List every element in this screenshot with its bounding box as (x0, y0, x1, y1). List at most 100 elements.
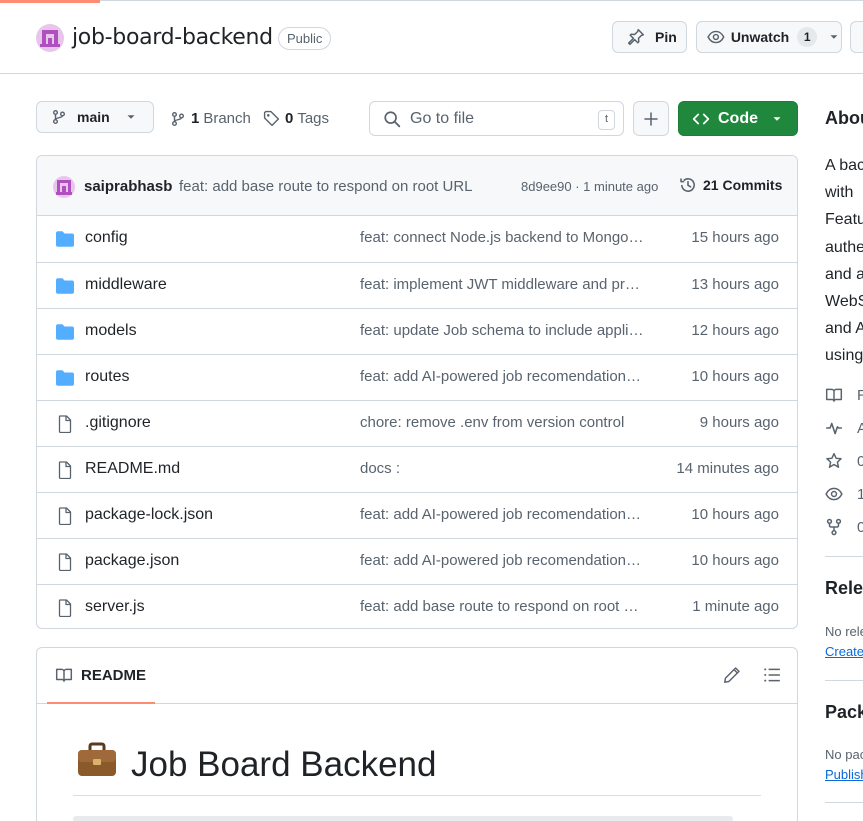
code-icon (692, 113, 710, 124)
file-row[interactable]: .gitignore chore: remove .env from versio… (37, 400, 797, 446)
repo-header: job-board-backend Public Pin Unwatch 1 (0, 0, 863, 74)
sidebar-stat[interactable]: 0 (825, 452, 863, 470)
code-label: Code (718, 109, 758, 127)
file-icon (55, 461, 75, 480)
readme-tab-label: README (81, 666, 147, 684)
unwatch-label: Unwatch (730, 29, 790, 45)
readme-heading: Job Board Backend (131, 744, 437, 784)
readme-divider (73, 795, 761, 796)
tags-count: 0 (285, 110, 294, 127)
file-name-link[interactable]: config (85, 229, 128, 247)
add-file-button[interactable] (633, 101, 669, 136)
repo-name-link[interactable]: job-board-backend (72, 25, 273, 50)
commit-author[interactable]: saiprabhasb (84, 178, 172, 195)
file-name-link[interactable]: README.md (85, 460, 180, 478)
file-row[interactable]: package-lock.json feat: add AI-powered jo… (37, 492, 797, 538)
file-commit-message[interactable]: docs : (360, 460, 645, 477)
file-name-link[interactable]: routes (85, 368, 129, 386)
briefcase-icon (77, 742, 117, 787)
file-row[interactable]: config feat: connect Node.js backend to M… (37, 216, 797, 262)
file-commit-message[interactable]: feat: update Job schema to include appli… (360, 322, 645, 339)
file-commit-time: 12 hours ago (691, 322, 779, 339)
file-row[interactable]: package.json feat: add AI-powered job rec… (37, 538, 797, 584)
code-button[interactable]: Code (678, 101, 798, 136)
branch-selector[interactable]: main (36, 101, 154, 133)
file-commit-message[interactable]: feat: add AI-powered job recomendation r… (360, 368, 645, 385)
tag-icon (263, 110, 280, 127)
file-commit-message[interactable]: feat: add base route to respond on root … (360, 598, 645, 615)
file-row[interactable]: middleware feat: implement JWT middleware… (37, 262, 797, 308)
pin-label: Pin (655, 29, 677, 45)
tab-readme[interactable]: README (47, 648, 155, 704)
file-commit-message[interactable]: feat: add AI-powered job recomendation r… (360, 552, 645, 569)
file-commit-time: 14 minutes ago (676, 460, 779, 477)
readme-panel: README Job Board Backend (36, 647, 798, 821)
pin-button[interactable]: Pin (612, 21, 687, 53)
file-icon (55, 599, 75, 618)
file-name-link[interactable]: package.json (85, 552, 179, 570)
sidebar-stat[interactable]: R (825, 386, 863, 404)
tags-link[interactable]: 0 Tags (263, 110, 329, 127)
pulse-icon (826, 422, 842, 435)
sidebar-divider (825, 556, 863, 557)
watch-count: 1 (797, 27, 818, 47)
readme-body-text (73, 816, 733, 821)
branches-label: Branch (203, 110, 251, 127)
commit-message[interactable]: feat: add base route to respond on root … (179, 178, 473, 195)
sidebar-stat-label: 1 (857, 485, 863, 503)
file-commit-message[interactable]: feat: implement JWT middleware and prote… (360, 276, 645, 293)
file-commit-message[interactable]: feat: add AI-powered job recomendation r… (360, 506, 645, 523)
eye-icon (825, 487, 843, 501)
file-commit-message[interactable]: chore: remove .env from version control (360, 414, 645, 431)
unwatch-button[interactable]: Unwatch 1 (696, 21, 842, 53)
sidebar-stat-label: A (857, 419, 863, 437)
commit-author-avatar[interactable] (53, 176, 75, 198)
sidebar-stat-label: 0 (857, 518, 863, 536)
sidebar-stat[interactable]: A (825, 419, 863, 437)
commits-history-link[interactable]: 21 Commits (679, 176, 782, 194)
fork-icon (826, 518, 842, 536)
file-row[interactable]: routes feat: add AI-powered job recomenda… (37, 354, 797, 400)
go-to-file-field[interactable]: t (369, 101, 624, 136)
chevron-down-icon (773, 116, 781, 121)
pencil-icon[interactable] (723, 666, 741, 684)
file-row[interactable]: README.md docs : 14 minutes ago (37, 446, 797, 492)
file-icon (55, 553, 75, 572)
book-icon (825, 388, 843, 402)
go-to-file-input[interactable] (410, 109, 590, 129)
about-sidebar: Abou A bac with Featu authe and a WebS and A us… (825, 0, 863, 821)
create-release-link[interactable]: Create (825, 644, 863, 659)
file-row[interactable]: models feat: update Job schema to include… (37, 308, 797, 354)
readme-title: Job Board Backend (77, 742, 436, 787)
branch-icon (53, 110, 65, 124)
packages-heading[interactable]: Pack (825, 702, 863, 723)
sidebar-stat[interactable]: 1 (825, 485, 863, 503)
folder-icon (55, 323, 75, 341)
publish-package-link[interactable]: Publish (825, 767, 863, 782)
folder-icon (55, 277, 75, 295)
file-icon (55, 415, 75, 434)
branches-link[interactable]: 1 Branch (170, 110, 251, 127)
sidebar-stat[interactable]: 0 (825, 518, 863, 536)
file-name-link[interactable]: .gitignore (85, 414, 151, 432)
readme-actions (723, 666, 781, 684)
outline-list-icon[interactable] (763, 666, 781, 684)
file-commit-time: 9 hours ago (699, 414, 779, 431)
releases-heading[interactable]: Relea (825, 578, 863, 599)
file-name-link[interactable]: package-lock.json (85, 506, 213, 524)
file-name-link[interactable]: middleware (85, 276, 167, 294)
owner-avatar[interactable] (36, 24, 64, 52)
commit-hash-time[interactable]: 8d9ee90 · 1 minute ago (521, 179, 658, 194)
file-row[interactable]: server.js feat: add base route to respond… (37, 584, 797, 628)
sidebar-stat-label: R (857, 386, 863, 404)
sidebar-stat-label: 0 (857, 452, 863, 470)
file-name-link[interactable]: models (85, 322, 137, 340)
folder-icon (55, 230, 75, 248)
file-commit-message[interactable]: feat: connect Node.js backend to MongoDB (360, 229, 645, 246)
file-name-link[interactable]: server.js (85, 598, 145, 616)
description-line: with (825, 184, 854, 202)
branch-name: main (77, 109, 110, 125)
description-line: Featu (825, 211, 863, 229)
file-commit-time: 10 hours ago (691, 552, 779, 569)
file-commit-time: 15 hours ago (691, 229, 779, 246)
